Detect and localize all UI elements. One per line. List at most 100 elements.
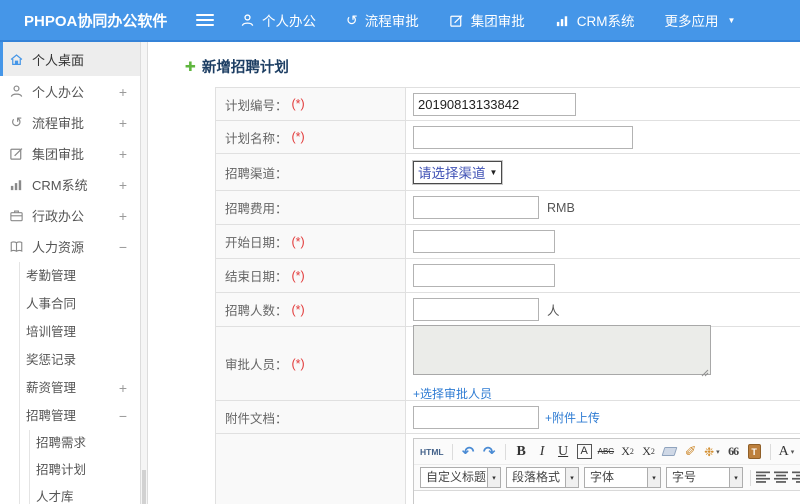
expand-plus-icon[interactable]: + — [119, 115, 127, 131]
format-painter-button[interactable]: ❉ ▾ — [704, 442, 720, 462]
sidebar-item-label: 流程审批 — [32, 116, 85, 131]
end-date-input[interactable] — [413, 264, 555, 287]
app-logo[interactable]: PHPOA协同办公软件 — [0, 10, 178, 31]
sidebar-item-label: 招聘管理 — [26, 409, 77, 423]
required-mark: (*) — [291, 268, 305, 283]
sidebar-item-group-approval[interactable]: 集团审批 + — [0, 138, 140, 169]
required-mark: (*) — [291, 130, 305, 144]
start-date-input[interactable] — [413, 230, 555, 253]
scrollbar-thumb[interactable] — [142, 470, 146, 504]
plan-no-input[interactable] — [413, 92, 576, 116]
sidebar-item-recruit-need[interactable]: 招聘需求 — [30, 430, 140, 457]
process-icon: ↺ — [346, 12, 358, 28]
required-mark: (*) — [291, 97, 305, 111]
underline-button[interactable]: U — [556, 442, 571, 462]
font-color-button[interactable]: A ▾ — [779, 442, 795, 462]
resize-handle-icon[interactable] — [701, 369, 709, 377]
font-size-dropdown[interactable]: 字号 ▾ — [666, 467, 743, 488]
plan-name-input[interactable] — [413, 125, 633, 149]
sidebar: 个人桌面 个人办公 + ↺ 流程审批 + 集团审批 + CRM系统 + 行政办公… — [0, 42, 140, 504]
align-left-icon[interactable] — [756, 471, 771, 484]
blockquote-button[interactable]: 66 — [726, 442, 741, 462]
nav-label: 个人办公 — [262, 14, 316, 29]
field-label: 招聘费用： — [216, 191, 406, 224]
sidebar-item-desktop[interactable]: 个人桌面 — [0, 42, 140, 76]
sidebar-item-hr-contract[interactable]: 人事合同 — [20, 290, 140, 318]
nav-more-apps[interactable]: 更多应用 ▼ — [664, 10, 735, 30]
attachment-input[interactable] — [413, 405, 539, 429]
sidebar-item-recruit-mgmt[interactable]: 招聘管理 − — [20, 402, 140, 430]
nav-crm-system[interactable]: CRM系统 — [555, 10, 635, 30]
sidebar-item-personal-office[interactable]: 个人办公 + — [0, 76, 140, 107]
label-text: 开始日期： — [225, 236, 288, 250]
approvers-textarea[interactable] — [413, 325, 711, 375]
collapse-minus-icon[interactable]: − — [119, 239, 127, 255]
process-icon: ↺ — [10, 114, 23, 130]
sidebar-item-recruit-plan[interactable]: 招聘计划 — [30, 457, 140, 484]
nav-group-approval[interactable]: 集团审批 — [449, 10, 525, 30]
sidebar-item-talent-pool[interactable]: 人才库 — [30, 484, 140, 504]
form-row-fee: 招聘费用： RMB — [216, 191, 800, 225]
sidebar-item-hr[interactable]: 人力资源 − — [0, 231, 140, 262]
bold-button[interactable]: B — [514, 442, 529, 462]
expand-plus-icon[interactable]: + — [119, 374, 127, 402]
sidebar-item-attendance[interactable]: 考勤管理 — [20, 262, 140, 290]
expand-plus-icon[interactable]: + — [119, 146, 127, 162]
editor-content-area[interactable] — [414, 491, 800, 504]
italic-button[interactable]: I — [535, 442, 550, 462]
headcount-input[interactable] — [413, 298, 539, 321]
briefcase-icon — [10, 210, 23, 222]
font-family-dropdown[interactable]: 字体 ▾ — [584, 467, 661, 488]
nav-process-approval[interactable]: ↺ 流程审批 — [346, 10, 419, 30]
align-center-icon[interactable] — [774, 471, 789, 484]
label-text: 计划编号： — [225, 98, 288, 113]
attachment-upload-link[interactable]: +附件上传 — [545, 409, 600, 426]
expand-plus-icon[interactable]: + — [119, 177, 127, 193]
html-source-button[interactable]: HTML — [420, 442, 444, 462]
sidebar-scrollbar[interactable] — [140, 42, 148, 504]
redo-button[interactable]: ↷ — [482, 442, 497, 462]
align-right-icon[interactable] — [792, 471, 800, 484]
sidebar-item-admin-office[interactable]: 行政办公 + — [0, 200, 140, 231]
hr-submenu: 考勤管理 人事合同 培训管理 奖惩记录 薪资管理 + 招聘管理 − 招聘需求 招聘计… — [19, 262, 140, 504]
format-brush-button[interactable]: ✐ — [683, 442, 698, 462]
sidebar-item-label: 培训管理 — [26, 325, 77, 339]
label-text: 审批人员： — [225, 358, 288, 372]
form-row-attachment: 附件文档： +附件上传 — [216, 401, 800, 434]
nav-label: CRM系统 — [576, 14, 635, 29]
field-label: 计划编号： (*) — [216, 88, 406, 120]
field-value — [406, 88, 800, 120]
field-label — [216, 434, 406, 504]
field-label: 审批人员： (*) — [216, 327, 406, 400]
sidebar-item-label: 个人办公 — [32, 85, 85, 100]
expand-plus-icon[interactable]: + — [119, 208, 127, 224]
dropdown-value: 自定义标题 — [426, 470, 487, 484]
recruit-submenu: 招聘需求 招聘计划 人才库 — [29, 430, 140, 504]
subscript-button[interactable]: X2 — [641, 442, 656, 462]
sidebar-item-label: 人力资源 — [32, 240, 85, 255]
choose-approvers-link[interactable]: +选择审批人员 — [413, 385, 492, 402]
sidebar-item-training[interactable]: 培训管理 — [20, 318, 140, 346]
top-bar: PHPOA协同办公软件 个人办公 ↺ 流程审批 集团审批 CRM系统 更多应用 … — [0, 0, 800, 42]
superscript-button[interactable]: X2 — [620, 442, 635, 462]
sidebar-item-rewards[interactable]: 奖惩记录 — [20, 346, 140, 374]
sidebar-item-crm[interactable]: CRM系统 + — [0, 169, 140, 200]
nav-personal-office[interactable]: 个人办公 — [240, 10, 316, 30]
eraser-button[interactable] — [661, 442, 678, 462]
editor-toolbar-row1: HTML ↶ ↷ B I U A ABC X2 X2 ✐ ❉ ▾ 66 T A … — [414, 439, 800, 465]
plus-icon: ✚ — [185, 58, 196, 74]
paragraph-format-dropdown[interactable]: 段落格式 ▾ — [506, 467, 579, 488]
collapse-minus-icon[interactable]: − — [119, 402, 127, 430]
fee-input[interactable] — [413, 196, 539, 219]
font-style-button[interactable]: A — [576, 444, 592, 459]
expand-plus-icon[interactable]: + — [119, 84, 127, 100]
heading-dropdown[interactable]: 自定义标题 ▾ — [420, 467, 501, 488]
sidebar-item-process-approval[interactable]: ↺ 流程审批 + — [0, 107, 140, 138]
sidebar-item-salary[interactable]: 薪资管理 + — [20, 374, 140, 402]
paste-text-button[interactable]: T — [747, 442, 762, 462]
strikethrough-button[interactable]: ABC — [598, 442, 614, 462]
undo-button[interactable]: ↶ — [461, 442, 476, 462]
menu-toggle-icon[interactable] — [196, 14, 214, 26]
label-text: 结束日期： — [225, 270, 288, 284]
channel-select[interactable]: 请选择渠道 ▼ — [413, 160, 503, 184]
